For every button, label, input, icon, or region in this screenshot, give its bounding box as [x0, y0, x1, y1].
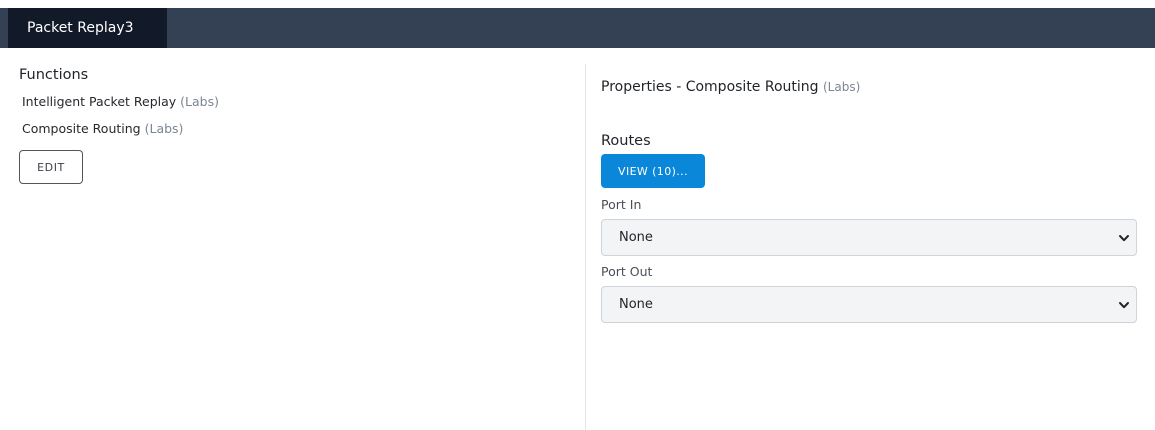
properties-title: Properties - Composite Routing [601, 79, 819, 95]
functions-heading: Functions [19, 67, 89, 83]
edit-button[interactable]: EDIT [19, 150, 83, 184]
tab-packet-replay3[interactable]: Packet Replay3 [8, 8, 167, 48]
port-in-value: None [619, 230, 653, 245]
labs-tag: (Labs) [823, 80, 861, 94]
properties-heading: Properties - Composite Routing (Labs) [601, 79, 860, 95]
function-name: Composite Routing [22, 121, 141, 136]
labs-tag: (Labs) [144, 121, 184, 136]
function-item-composite-routing[interactable]: Composite Routing (Labs) [22, 121, 183, 136]
view-routes-button[interactable]: VIEW (10)... [601, 154, 705, 188]
port-out-value: None [619, 297, 653, 312]
chevron-down-icon [1119, 302, 1129, 309]
port-in-label: Port In [601, 197, 642, 212]
port-in-select[interactable]: None [601, 219, 1137, 256]
functions-panel: Functions Intelligent Packet Replay (Lab… [0, 48, 585, 430]
function-item-intelligent-packet-replay[interactable]: Intelligent Packet Replay (Labs) [22, 94, 219, 109]
top-navigation-bar: Packet Replay3 [0, 8, 1155, 48]
chevron-down-icon [1119, 235, 1129, 242]
tab-label: Packet Replay3 [27, 20, 134, 36]
routes-label: Routes [601, 133, 651, 149]
port-out-select[interactable]: None [601, 286, 1137, 323]
properties-panel: Properties - Composite Routing (Labs) Ro… [586, 48, 1155, 430]
labs-tag: (Labs) [180, 94, 219, 109]
function-name: Intelligent Packet Replay [22, 94, 177, 109]
port-out-label: Port Out [601, 264, 653, 279]
